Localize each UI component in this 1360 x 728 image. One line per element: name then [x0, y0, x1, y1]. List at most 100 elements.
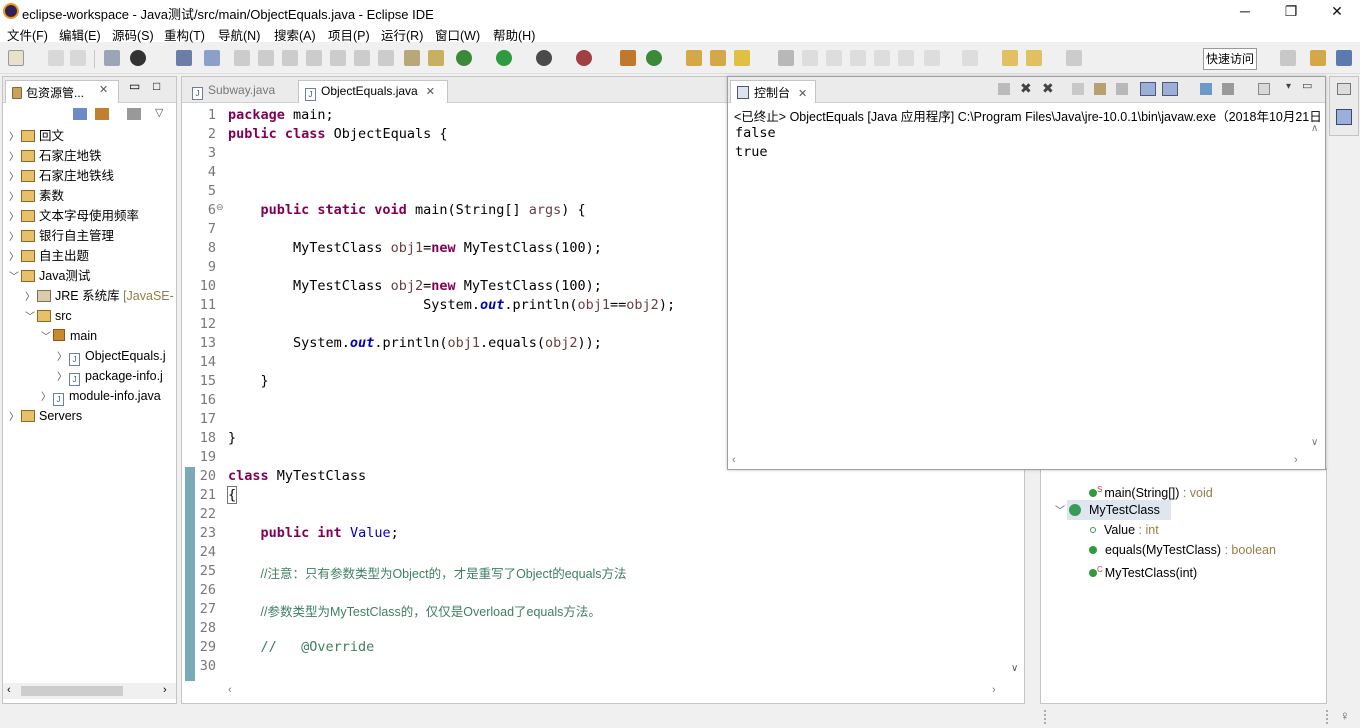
tree-item-file[interactable]: 〉 Jpackage-info.j — [57, 366, 163, 386]
menu-help[interactable]: 帮助(H) — [493, 25, 535, 44]
profile-icon[interactable] — [130, 50, 146, 66]
expand-arrow-icon[interactable]: 〉 — [9, 208, 21, 228]
collapse-arrow-icon[interactable]: ﹀ — [9, 268, 21, 288]
toggle-block-selection-icon[interactable] — [826, 50, 842, 66]
last-edit-location-icon[interactable] — [1002, 50, 1018, 66]
scroll-lock-icon[interactable] — [1094, 83, 1106, 95]
quick-access-field[interactable]: 快速访问 — [1203, 48, 1257, 70]
scroll-right-icon[interactable]: › — [992, 684, 996, 696]
java-ee-perspective-icon[interactable] — [1310, 50, 1326, 66]
vertical-scrollbar[interactable]: ∨ — [1008, 477, 1024, 679]
scroll-down-icon[interactable]: ∨ — [1311, 437, 1318, 448]
java-perspective-icon[interactable] — [1336, 50, 1352, 66]
view-menu-icon[interactable]: ▾ — [1286, 81, 1291, 92]
previous-annotation-icon[interactable] — [962, 50, 978, 66]
terminate-icon[interactable] — [282, 50, 298, 66]
expand-arrow-icon[interactable]: 〉 — [57, 368, 69, 388]
tree-item-project[interactable]: 〉 石家庄地铁线 — [9, 166, 114, 186]
expand-arrow-icon[interactable]: 〉 — [9, 148, 21, 168]
tree-item-project[interactable]: 〉 文本字母使用频率 — [9, 206, 139, 226]
tree-item-jre-library[interactable]: 〉 JRE 系统库 [JavaSE- — [25, 286, 174, 306]
expand-arrow-icon[interactable]: 〉 — [9, 408, 21, 428]
tab-console[interactable]: 控制台 ✕ — [730, 80, 816, 103]
new-java-package-icon[interactable] — [620, 50, 636, 66]
tree-item-project[interactable]: 〉 自主出题 — [9, 246, 89, 266]
scroll-left-icon[interactable]: ‹ — [228, 684, 232, 696]
next-annotation-icon[interactable] — [924, 50, 940, 66]
drop-to-frame-icon[interactable] — [404, 50, 420, 66]
console-output-line[interactable]: false — [735, 125, 776, 141]
outline-item-value[interactable]: Value : int — [1089, 520, 1159, 540]
new-java-class-icon[interactable] — [646, 50, 662, 66]
expand-arrow-icon[interactable]: 〉 — [41, 388, 53, 408]
editor-horizontal-scrollbar[interactable]: ‹ › — [226, 683, 1008, 699]
pin-console-icon[interactable] — [1200, 83, 1212, 95]
expand-arrow-icon[interactable]: 〉 — [57, 348, 69, 368]
search-icon[interactable] — [734, 50, 750, 66]
expand-arrow-icon[interactable]: 〉 — [9, 228, 21, 248]
tree-item-project[interactable]: 〉 银行自主管理 — [9, 226, 114, 246]
tree-item-servers[interactable]: 〉 Servers — [9, 406, 82, 426]
pilcrow-icon[interactable] — [898, 50, 914, 66]
menu-search[interactable]: 搜索(A) — [274, 25, 316, 44]
terminate-icon[interactable] — [998, 83, 1010, 95]
console-icon[interactable] — [1336, 109, 1352, 125]
tree-item-project[interactable]: 〉 回文 — [9, 126, 64, 146]
menu-navigate[interactable]: 导航(N) — [218, 25, 260, 44]
tree-item-project[interactable]: 〉 素数 — [9, 186, 64, 206]
terminal-icon[interactable] — [104, 50, 120, 66]
resume-icon[interactable] — [234, 50, 250, 66]
close-tab-icon[interactable]: ✕ — [798, 88, 807, 100]
collapse-all-icon[interactable] — [73, 108, 87, 120]
coverage-icon[interactable] — [536, 50, 552, 66]
tree-item-src[interactable]: ﹀ src — [25, 306, 72, 326]
word-wrap-icon[interactable] — [850, 50, 866, 66]
menu-source[interactable]: 源码(S) — [112, 25, 154, 44]
tree-item-project[interactable]: 〉 石家庄地铁 — [9, 146, 102, 166]
maximize-view-icon[interactable]: □ — [153, 79, 160, 93]
scroll-right-icon[interactable]: › — [1294, 454, 1298, 466]
outline-item-main[interactable]: Smain(String[]) : void — [1089, 480, 1213, 500]
forward-icon[interactable] — [1066, 50, 1082, 66]
outline-item-constructor[interactable]: C MyTestClass(int) — [1089, 560, 1197, 580]
external-tools-icon[interactable] — [576, 50, 592, 66]
skip-breakpoints-icon[interactable] — [204, 50, 220, 66]
menu-edit[interactable]: 编辑(E) — [59, 25, 101, 44]
debug-icon[interactable] — [456, 50, 472, 66]
outline-item-mytestclass[interactable]: ﹀ MyTestClass — [1055, 500, 1171, 520]
save-all-icon[interactable] — [70, 50, 86, 66]
tree-item-file[interactable]: 〉 J ObjectEquals.j — [57, 346, 166, 366]
console-output-line[interactable]: true — [735, 144, 768, 160]
tab-subway-java[interactable]: J Subway.java — [186, 80, 292, 103]
show-stderr-icon[interactable] — [1162, 82, 1178, 96]
save-icon[interactable] — [48, 50, 64, 66]
menu-project[interactable]: 项目(P) — [328, 25, 370, 44]
menu-run[interactable]: 运行(R) — [381, 25, 423, 44]
back-icon[interactable] — [1026, 50, 1042, 66]
fold-collapse-icon[interactable]: ⊖ — [216, 202, 224, 213]
menu-refactor[interactable]: 重构(T) — [164, 25, 205, 44]
horizontal-scrollbar[interactable]: ‹ › — [3, 683, 176, 699]
open-perspective-icon[interactable] — [1280, 50, 1296, 66]
scroll-down-icon[interactable]: ∨ — [1011, 663, 1018, 674]
step-return-icon[interactable] — [378, 50, 394, 66]
menu-window[interactable]: 窗口(W) — [435, 25, 480, 44]
maximize-button[interactable]: ❐ — [1268, 0, 1314, 22]
view-menu-icon[interactable]: ▽ — [155, 106, 163, 119]
link-with-editor-icon[interactable] — [95, 108, 109, 120]
close-tab-icon[interactable]: ✕ — [426, 86, 435, 98]
minimize-button[interactable]: ─ — [1222, 0, 1268, 22]
disconnect-icon[interactable] — [306, 50, 322, 66]
expand-arrow-icon[interactable]: 〉 — [9, 168, 21, 188]
show-whitespace-icon[interactable] — [874, 50, 890, 66]
tip-lightbulb-icon[interactable]: ♀ — [1340, 708, 1350, 723]
open-type-icon[interactable] — [686, 50, 702, 66]
scroll-up-icon[interactable]: ∧ — [1311, 123, 1318, 134]
outline-item-equals[interactable]: equals(MyTestClass) : boolean — [1089, 540, 1276, 560]
restore-view-icon[interactable]: ▭ — [1302, 79, 1312, 92]
expand-arrow-icon[interactable]: 〉 — [9, 188, 21, 208]
remove-launch-icon[interactable]: ✖ — [1020, 80, 1032, 97]
step-over-icon[interactable] — [354, 50, 370, 66]
step-into-icon[interactable] — [330, 50, 346, 66]
new-icon[interactable] — [8, 50, 24, 66]
